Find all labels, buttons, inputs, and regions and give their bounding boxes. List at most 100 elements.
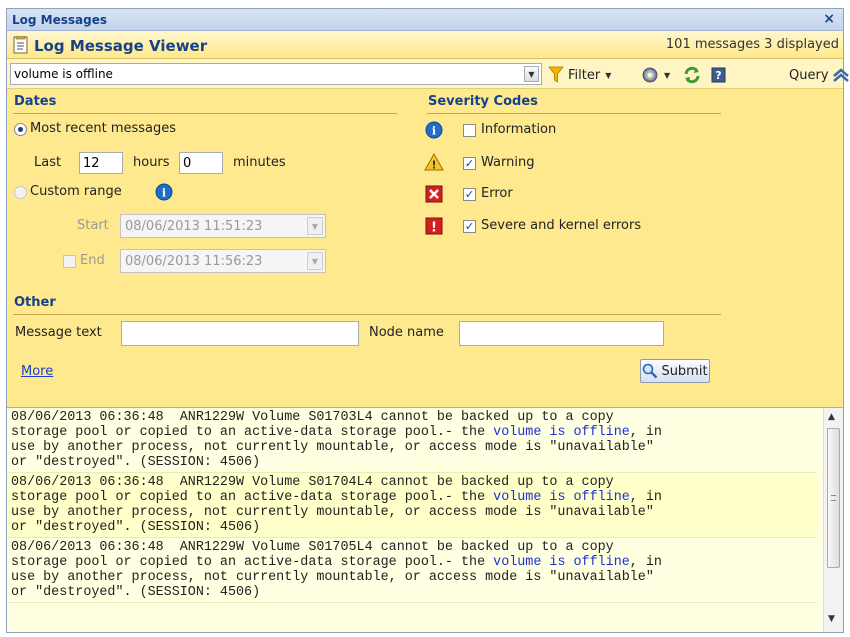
- message-text-label: Message text: [15, 325, 102, 340]
- warning-label[interactable]: Warning: [481, 155, 534, 170]
- chevron-down-icon[interactable]: ▼: [524, 66, 539, 82]
- severe-errors-label[interactable]: Severe and kernel errors: [481, 218, 641, 233]
- severe-error-icon: !: [425, 217, 443, 235]
- refresh-button[interactable]: [683, 65, 701, 85]
- log-line: storage pool or copied to an active-data…: [11, 555, 494, 570]
- refresh-icon: [684, 66, 700, 84]
- search-toolbar: ▼ Filter ▼ ▼: [7, 59, 849, 89]
- end-date-picker[interactable]: 08/06/2013 11:56:23 ▼: [120, 249, 326, 273]
- svg-text:!: !: [431, 159, 436, 172]
- svg-text:i: i: [432, 125, 436, 138]
- submit-button[interactable]: Submit: [640, 359, 710, 383]
- information-checkbox[interactable]: [463, 124, 476, 137]
- custom-range-radio[interactable]: [14, 186, 27, 199]
- most-recent-label[interactable]: Most recent messages: [30, 121, 176, 136]
- funnel-icon: [548, 66, 564, 83]
- more-link[interactable]: More: [21, 364, 53, 379]
- severe-errors-checkbox[interactable]: ✓: [463, 220, 476, 233]
- start-date-picker[interactable]: 08/06/2013 11:51:23 ▼: [120, 214, 326, 238]
- log-entry[interactable]: 08/06/2013 06:36:48 ANR1229W Volume S017…: [7, 473, 817, 538]
- start-label: Start: [77, 218, 109, 233]
- error-label[interactable]: Error: [481, 186, 513, 201]
- svg-text:i: i: [162, 187, 166, 200]
- log-line: use by another process, not currently mo…: [11, 570, 654, 585]
- log-highlight: volume is offline: [493, 490, 630, 505]
- grip-icon: [831, 495, 836, 501]
- viewer-header: Log Message Viewer 101 messages 3 displa…: [7, 31, 843, 59]
- most-recent-radio[interactable]: [14, 123, 27, 136]
- minutes-input[interactable]: [179, 152, 223, 174]
- severity-heading: Severity Codes: [428, 94, 538, 109]
- help-button[interactable]: ?: [711, 65, 727, 85]
- help-icon: ?: [711, 67, 726, 83]
- log-line: storage pool or copied to an active-data…: [11, 490, 494, 505]
- node-name-label: Node name: [369, 325, 444, 340]
- log-line: , in: [629, 490, 662, 505]
- message-text-input[interactable]: [121, 321, 359, 346]
- end-label: End: [80, 253, 105, 268]
- query-form: Dates Most recent messages Last hours mi…: [7, 89, 843, 407]
- hours-label: hours: [133, 155, 170, 170]
- severity-divider: [427, 113, 721, 114]
- window-title: Log Messages: [12, 13, 107, 27]
- search-combo[interactable]: ▼: [10, 63, 542, 85]
- warning-checkbox[interactable]: ✓: [463, 157, 476, 170]
- minutes-label: minutes: [233, 155, 286, 170]
- log-scrollbar[interactable]: ▲ ▼: [823, 408, 843, 632]
- viewer-title: Log Message Viewer: [34, 37, 208, 55]
- log-line: or "destroyed". (SESSION: 4506): [11, 585, 261, 600]
- log-line: storage pool or copied to an active-data…: [11, 425, 494, 440]
- window-titlebar: Log Messages ×: [7, 9, 843, 31]
- start-date-value: 08/06/2013 11:51:23: [125, 219, 263, 234]
- chevron-down-icon[interactable]: ▼: [307, 252, 323, 270]
- scrollbar-thumb[interactable]: [827, 428, 840, 568]
- filter-label: Filter: [568, 67, 601, 83]
- info-icon: i: [425, 121, 443, 139]
- log-line: 08/06/2013 06:36:48 ANR1229W Volume S017…: [11, 410, 614, 425]
- scroll-down-icon[interactable]: ▼: [828, 614, 835, 624]
- chevron-down-icon[interactable]: ▼: [307, 217, 323, 235]
- log-line: or "destroyed". (SESSION: 4506): [11, 455, 261, 470]
- log-entry[interactable]: 08/06/2013 06:36:48 ANR1229W Volume S017…: [7, 538, 817, 603]
- custom-range-label[interactable]: Custom range: [30, 184, 122, 199]
- hours-input[interactable]: [79, 152, 123, 174]
- warning-icon: !: [424, 153, 444, 171]
- log-line: use by another process, not currently mo…: [11, 505, 654, 520]
- collapse-up-icon: [832, 68, 849, 82]
- log-messages-window: Log Messages × Log Message Viewer 101 me…: [6, 8, 849, 633]
- dates-heading: Dates: [14, 94, 57, 109]
- error-checkbox[interactable]: ✓: [463, 188, 476, 201]
- log-message-list: 08/06/2013 06:36:48 ANR1229W Volume S017…: [7, 407, 843, 632]
- log-line: or "destroyed". (SESSION: 4506): [11, 520, 261, 535]
- end-checkbox[interactable]: [63, 255, 76, 268]
- filter-dropdown-icon: ▼: [605, 70, 612, 80]
- other-divider: [13, 314, 721, 315]
- node-name-input[interactable]: [459, 321, 664, 346]
- svg-text:?: ?: [715, 69, 721, 82]
- settings-dropdown-icon: ▼: [664, 70, 671, 80]
- search-input[interactable]: [11, 64, 521, 84]
- log-line: 08/06/2013 06:36:48 ANR1229W Volume S017…: [11, 540, 614, 555]
- scroll-up-icon[interactable]: ▲: [828, 412, 835, 422]
- document-icon: [13, 36, 28, 54]
- settings-button[interactable]: ▼: [641, 65, 670, 85]
- filter-button[interactable]: Filter ▼: [548, 65, 611, 85]
- log-line: 08/06/2013 06:36:48 ANR1229W Volume S017…: [11, 475, 614, 490]
- info-icon[interactable]: i: [155, 183, 173, 201]
- log-list: 08/06/2013 06:36:48 ANR1229W Volume S017…: [7, 408, 817, 603]
- log-entry[interactable]: 08/06/2013 06:36:48 ANR1229W Volume S017…: [7, 408, 817, 473]
- information-label[interactable]: Information: [481, 122, 556, 137]
- close-icon[interactable]: ×: [823, 11, 835, 27]
- log-highlight: volume is offline: [493, 425, 630, 440]
- query-label: Query: [789, 67, 829, 83]
- log-highlight: volume is offline: [493, 555, 630, 570]
- error-icon: [425, 185, 443, 203]
- log-line: , in: [629, 555, 662, 570]
- message-counts: 101 messages 3 displayed: [665, 37, 839, 52]
- submit-label: Submit: [661, 363, 708, 379]
- last-label: Last: [34, 155, 62, 170]
- log-line: , in: [629, 425, 662, 440]
- svg-text:!: !: [431, 221, 437, 236]
- query-button[interactable]: Query: [789, 65, 850, 85]
- gear-icon: [642, 67, 658, 83]
